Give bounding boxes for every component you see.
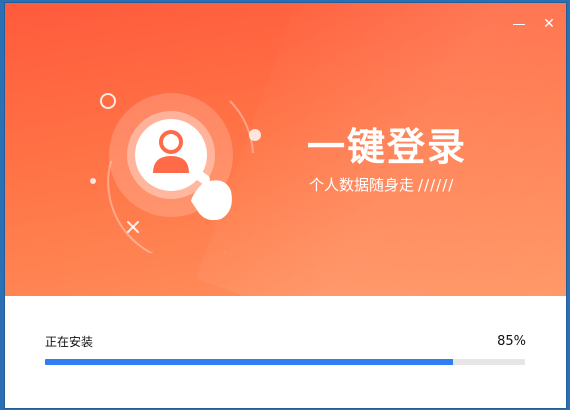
install-percent: 85% [497,334,526,349]
installer-window: ✕ 一键登录 个人数据随身走 ////// 正在安装 85% [5,3,566,408]
dot-icon-small [90,178,96,184]
login-illustration [90,93,261,253]
ring-icon [100,93,116,109]
minimize-icon [513,24,525,25]
banner-subtitle: 个人数据随身走////// [309,175,454,195]
banner-slashes: ////// [418,176,455,194]
install-progress-area: 正在安装 85% [5,296,566,408]
dot-icon [249,129,261,141]
progress-bar-track [45,359,525,365]
login-banner: ✕ 一键登录 个人数据随身走 ////// [5,3,566,296]
orbit-arc-right [229,100,254,154]
cross-icon [127,221,139,233]
avatar-circle [135,119,207,191]
progress-bar-fill [45,359,453,365]
minimize-button[interactable] [510,15,528,33]
close-button[interactable]: ✕ [540,15,558,33]
banner-title: 一键登录 [307,125,468,169]
banner-subtitle-text: 个人数据随身走 [309,176,415,194]
install-status: 正在安装 [45,335,94,349]
close-icon: ✕ [543,16,555,32]
